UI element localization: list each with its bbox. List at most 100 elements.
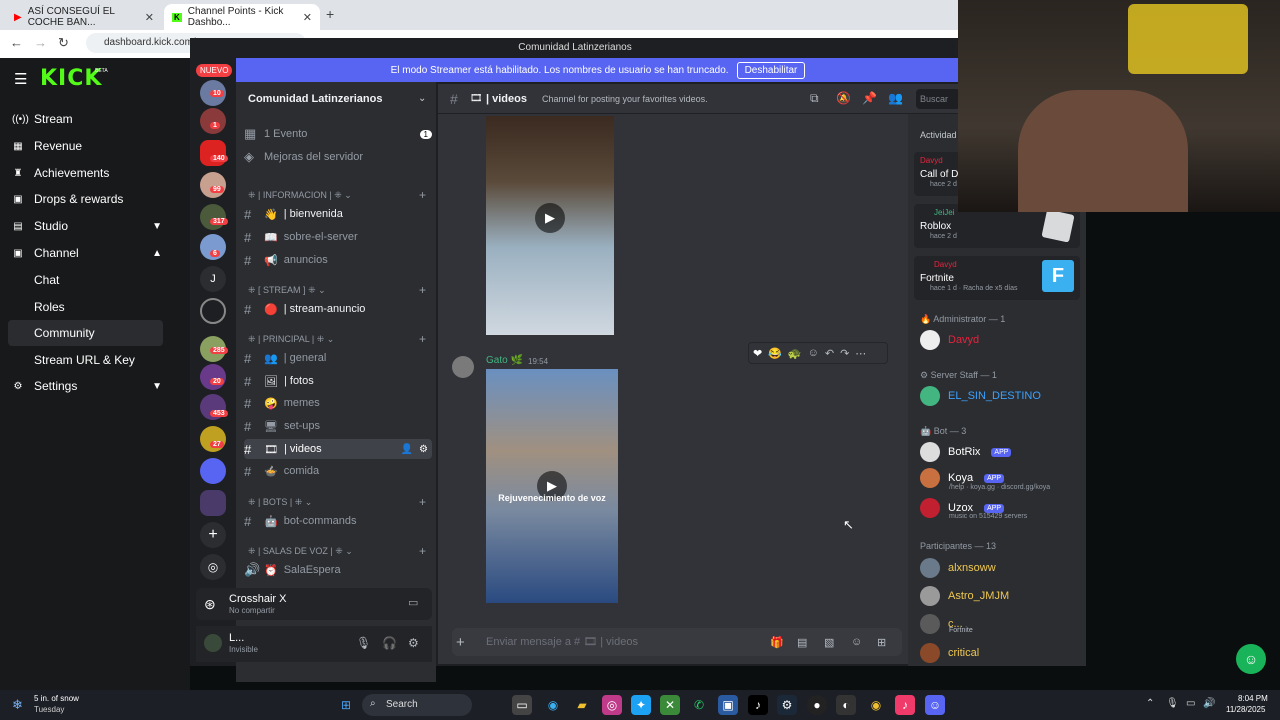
- nav-studio[interactable]: ▤ Studio ▼: [12, 219, 162, 233]
- settings-gear-icon[interactable]: ⚙: [408, 636, 419, 650]
- nav-settings[interactable]: ⚙ Settings ▼: [12, 379, 162, 393]
- add-reaction-icon[interactable]: ☺: [808, 347, 819, 359]
- channel-memes[interactable]: # 🤪 memes: [244, 393, 432, 413]
- nav-community[interactable]: Community: [34, 326, 95, 340]
- tray-chevron-icon[interactable]: ⌃: [1146, 698, 1154, 709]
- member-item[interactable]: Astro_JMJM: [920, 586, 1009, 606]
- member-list-icon[interactable]: 👥: [888, 91, 903, 105]
- weather-icon[interactable]: ❄: [12, 697, 23, 713]
- avatar[interactable]: [452, 356, 474, 378]
- member-item[interactable]: Davyd: [920, 330, 979, 350]
- server-icon[interactable]: [200, 490, 226, 516]
- server-icon[interactable]: [200, 426, 226, 452]
- avatar[interactable]: [204, 634, 222, 652]
- discord-server-icon[interactable]: [200, 458, 226, 484]
- server-icon[interactable]: [200, 204, 226, 230]
- app-icon[interactable]: ◐: [836, 695, 856, 715]
- category-voz[interactable]: ⁜ | SALAS DE VOZ | ⁜ ⌄ +: [248, 544, 428, 558]
- share-screen-icon[interactable]: ▭: [408, 596, 418, 609]
- clock-date[interactable]: 11/28/2025: [1226, 705, 1265, 714]
- heart-reaction-icon[interactable]: ❤: [753, 347, 762, 360]
- pin-icon[interactable]: 📌: [862, 91, 877, 105]
- channel-fotos[interactable]: # 🖼 | fotos: [244, 371, 432, 391]
- member-item[interactable]: BotRix APP: [920, 442, 1012, 462]
- reload-icon[interactable]: ↻: [58, 35, 69, 51]
- task-view-icon[interactable]: ▭: [512, 695, 532, 715]
- mic-tray-icon[interactable]: 🎙: [1166, 698, 1179, 709]
- gear-icon[interactable]: ⚙: [419, 444, 428, 455]
- mic-icon[interactable]: 🎙: [356, 636, 371, 650]
- search-input[interactable]: Buscar: [916, 89, 960, 109]
- add-channel-icon[interactable]: +: [419, 332, 426, 346]
- clock-time[interactable]: 8:04 PM: [1238, 694, 1268, 703]
- file-explorer-icon[interactable]: ▰: [572, 695, 592, 715]
- crosshair-activity[interactable]: ⊛ Crosshair X No compartir ▭: [196, 588, 432, 620]
- video-attachment[interactable]: ▶: [486, 116, 614, 335]
- laugh-reaction-icon[interactable]: 😂: [768, 347, 782, 360]
- explore-icon[interactable]: ◎: [200, 554, 226, 580]
- category-info[interactable]: ⁜ | INFORMACION | ⁜ ⌄ +: [248, 188, 428, 202]
- reaction-icon[interactable]: 🐢: [788, 347, 802, 360]
- new-tab-button[interactable]: +: [326, 6, 334, 22]
- forward-icon[interactable]: →: [34, 35, 47, 50]
- disable-button[interactable]: Deshabilitar: [736, 61, 806, 79]
- apps-icon[interactable]: ⊞: [877, 636, 886, 649]
- nav-roles[interactable]: Roles: [34, 300, 65, 314]
- server-icon[interactable]: [200, 108, 226, 134]
- volume-icon[interactable]: 🔊: [1203, 698, 1215, 709]
- nav-stream-url-key[interactable]: Stream URL & Key: [34, 353, 135, 367]
- steam-icon[interactable]: ⚙: [777, 695, 797, 715]
- channel-videos-active[interactable]: # 🎞 | videos 👤 ⚙: [244, 439, 432, 459]
- attach-plus-icon[interactable]: +: [456, 634, 465, 651]
- add-channel-icon[interactable]: +: [419, 495, 426, 509]
- add-channel-icon[interactable]: +: [419, 283, 426, 297]
- back-icon[interactable]: ←: [10, 35, 23, 50]
- channel-general[interactable]: # 👥 | general: [244, 348, 432, 368]
- channel-bot-commands[interactable]: # 🤖 bot-commands: [244, 511, 432, 531]
- network-icon[interactable]: ▭: [1186, 698, 1195, 709]
- message-author[interactable]: Gato 🌿: [486, 355, 523, 366]
- notifications-icon[interactable]: 🔕: [836, 91, 851, 105]
- xbox-icon[interactable]: ✕: [660, 695, 680, 715]
- close-tab-icon[interactable]: ✕: [303, 11, 312, 24]
- capcut-icon[interactable]: ♪: [895, 695, 915, 715]
- events-row[interactable]: ▦ 1 Evento 1: [244, 124, 432, 144]
- message-input[interactable]: Enviar mensaje a # 🎞 | videos: [452, 628, 902, 656]
- add-channel-icon[interactable]: +: [419, 544, 426, 558]
- weather-text[interactable]: 5 in. of snow: [34, 694, 79, 703]
- nav-channel[interactable]: ▣ Channel ▲: [12, 246, 162, 260]
- channel-sobre-el-server[interactable]: # 📖 sobre-el-server: [244, 227, 432, 247]
- whatsapp-icon[interactable]: ✆: [689, 695, 709, 715]
- more-icon[interactable]: ⋯: [855, 347, 866, 360]
- chrome-icon[interactable]: ◉: [866, 695, 886, 715]
- edge-icon[interactable]: ◉: [543, 695, 563, 715]
- category-bots[interactable]: ⁜ | BOTS | ⁜ ⌄ +: [248, 495, 428, 509]
- category-principal[interactable]: ⁜ | PRINCIPAL | ⁜ ⌄ +: [248, 332, 428, 346]
- server-name[interactable]: Comunidad Latinzerianos: [248, 93, 382, 105]
- browser-tab-youtube[interactable]: ▶ ASÍ CONSEGUÍ EL COCHE BAN... ✕: [6, 4, 162, 30]
- nav-stream[interactable]: ((•)) Stream: [12, 112, 162, 126]
- member-item[interactable]: alxnsoww: [920, 558, 996, 578]
- support-chat-icon[interactable]: ☺: [1236, 644, 1266, 674]
- threads-icon[interactable]: ⧉: [810, 91, 819, 106]
- server-icon[interactable]: [200, 172, 226, 198]
- channel-stream-anuncio[interactable]: # 🔴 | stream-anuncio: [244, 299, 432, 319]
- nav-drops[interactable]: ▣ Drops & rewards: [12, 192, 162, 206]
- channel-bienvenida[interactable]: # 👋 | bienvenida: [244, 204, 432, 224]
- member-item[interactable]: critical: [920, 643, 979, 663]
- discord-taskbar-icon[interactable]: ☺: [925, 695, 945, 715]
- channel-comida[interactable]: # 🍲 comida: [244, 461, 432, 481]
- current-server-icon[interactable]: [200, 298, 226, 324]
- boosts-row[interactable]: ◈ Mejoras del servidor: [244, 147, 432, 167]
- video-attachment[interactable]: ▶ Rejuvenecimiento de voz: [486, 369, 618, 603]
- add-channel-icon[interactable]: +: [419, 188, 426, 202]
- channel-set-ups[interactable]: # 🖥 set-ups: [244, 416, 432, 436]
- reply-icon[interactable]: ↶: [825, 347, 834, 360]
- twitter-icon[interactable]: ✦: [631, 695, 651, 715]
- sticker-icon[interactable]: ▧: [824, 636, 834, 649]
- voice-channel-salaespera[interactable]: 🔊 ⏰ SalaEspera: [244, 560, 432, 580]
- channel-anuncios[interactable]: # 📢 anuncios: [244, 250, 432, 270]
- invite-icon[interactable]: 👤: [401, 444, 413, 455]
- gift-icon[interactable]: 🎁: [770, 636, 784, 649]
- nav-achievements[interactable]: ♜ Achievements: [12, 166, 162, 180]
